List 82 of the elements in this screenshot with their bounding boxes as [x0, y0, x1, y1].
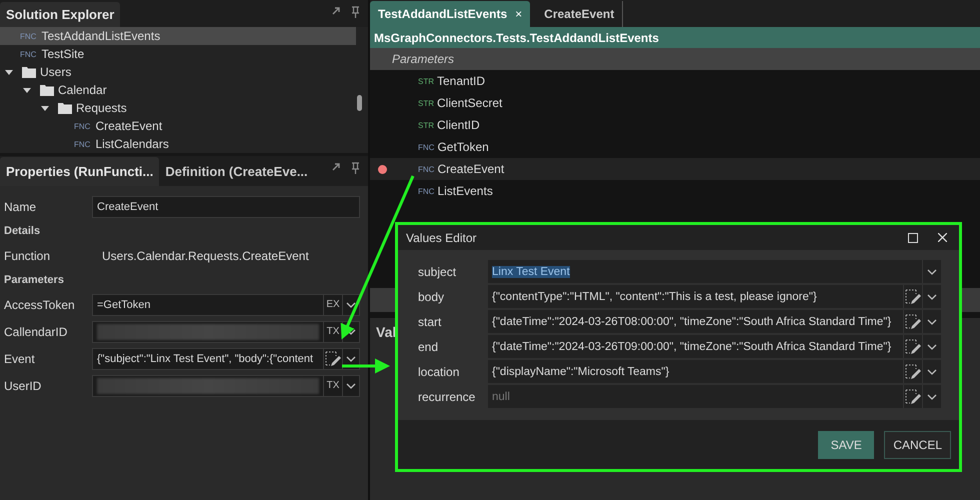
input-field[interactable]: {"displayName":"Microsoft Teams"} — [488, 360, 903, 383]
dropdown-caret-icon[interactable] — [346, 382, 356, 388]
folder-icon — [58, 102, 72, 114]
scrollbar-thumb[interactable] — [357, 95, 362, 111]
float-icon[interactable] — [332, 6, 341, 15]
value-label: body — [418, 288, 446, 306]
parameter-item[interactable]: STR ClientSecret — [370, 92, 980, 114]
panel-tab[interactable]: Definition (CreateEve... — [159, 157, 314, 186]
tree-item[interactable]: Requests — [0, 99, 356, 117]
mode-button[interactable]: EX — [324, 294, 343, 316]
close-icon[interactable] — [938, 233, 947, 242]
dropdown-caret-icon[interactable] — [927, 268, 937, 274]
section-heading: Parameters — [4, 273, 65, 288]
function-header: MsGraphConnectors.Tests.TestAddandListEvents — [370, 27, 980, 48]
edit-icon[interactable] — [325, 350, 341, 366]
value-label: location — [418, 364, 460, 380]
input-field[interactable]: {"contentType":"HTML", "content":"This is a test, please ignore"} — [488, 285, 903, 308]
input-field[interactable]: Linx Test Event — [488, 260, 922, 283]
edit-icon[interactable] — [905, 364, 921, 380]
property-label: Event — [4, 352, 36, 366]
property-label: UserID — [4, 378, 42, 392]
pin-icon[interactable] — [351, 162, 360, 174]
value-label: recurrence — [418, 388, 476, 406]
value-label: end — [418, 338, 440, 356]
expand-caret-icon[interactable] — [41, 106, 49, 110]
dropdown-caret-icon[interactable] — [927, 344, 937, 350]
dialog-title: Values Editor — [406, 230, 476, 244]
pane-title: Solution Explorer — [0, 2, 120, 27]
breakpoint-dot[interactable] — [378, 164, 387, 174]
input-field[interactable]: CreateEvent — [92, 196, 360, 218]
edit-icon[interactable] — [905, 338, 921, 354]
dropdown-caret-icon[interactable] — [346, 302, 356, 308]
edit-icon[interactable] — [905, 288, 921, 304]
panel-tab[interactable]: Properties (RunFuncti... — [0, 157, 160, 186]
property-value: Users.Calendar.Requests.CreateEvent — [101, 248, 309, 262]
parameter-item[interactable]: STR ClientID — [370, 114, 980, 136]
mode-button[interactable]: TX — [324, 374, 343, 396]
dropdown-caret-icon[interactable] — [927, 368, 937, 374]
annotation-arrow — [342, 358, 390, 374]
input-field[interactable]: {"dateTime":"2024-03-26T09:00:00", "timeZone":"South Africa Standard Time"} — [488, 335, 903, 358]
dropdown-caret-icon[interactable] — [927, 394, 937, 400]
cancel-button[interactable]: CANCEL — [884, 430, 951, 458]
input-field[interactable]: {"dateTime":"2024-03-26T08:00:00", "timeZone":"South Africa Standard Time"} — [488, 310, 903, 333]
tree-item[interactable]: FNC TestSite — [0, 45, 356, 63]
tree-item[interactable]: Calendar — [0, 81, 356, 99]
folder-icon — [40, 84, 54, 96]
input-field[interactable]: null — [488, 385, 903, 408]
input-field[interactable]: {"subject":"Linx Test Event", "body":{"content — [92, 348, 324, 370]
property-label: AccessToken — [4, 298, 76, 312]
close-icon[interactable]: × — [515, 7, 522, 21]
parameter-item[interactable]: FNC ListEvents — [370, 180, 980, 202]
property-label: Function — [4, 248, 52, 262]
tree-item[interactable]: FNC TestAddandListEvents — [0, 27, 356, 45]
tree-item[interactable]: FNC CreateEvent — [0, 117, 356, 135]
edit-icon[interactable] — [905, 388, 921, 404]
dropdown-caret-icon[interactable] — [346, 356, 356, 362]
parameter-item[interactable]: STR TenantID — [370, 70, 980, 92]
section-heading: Parameters — [370, 48, 980, 70]
maximize-icon[interactable] — [908, 232, 918, 242]
save-button[interactable]: SAVE — [818, 430, 874, 458]
section-heading: Details — [4, 224, 42, 239]
expand-caret-icon[interactable] — [5, 70, 13, 74]
parameter-item[interactable]: FNC GetToken — [370, 136, 980, 158]
pin-icon[interactable] — [351, 6, 360, 18]
property-label: CallendarID — [4, 324, 68, 338]
value-label: start — [418, 314, 442, 330]
dropdown-caret-icon[interactable] — [927, 294, 937, 300]
value-label: subject — [418, 264, 458, 280]
input-field[interactable] — [92, 320, 324, 342]
tree-item[interactable]: FNC ListCalendars — [0, 135, 356, 153]
parameter-item[interactable]: FNC CreateEvent — [370, 158, 980, 180]
input-field[interactable]: =GetToken — [92, 294, 324, 316]
dropdown-caret-icon[interactable] — [927, 318, 937, 324]
float-icon[interactable] — [332, 162, 341, 171]
tree-item[interactable]: Users — [0, 63, 356, 81]
property-label: Name — [4, 200, 38, 214]
input-field[interactable] — [92, 374, 324, 396]
mode-button[interactable]: TX — [324, 320, 343, 342]
folder-icon — [22, 66, 36, 78]
expand-caret-icon[interactable] — [23, 88, 31, 92]
document-tab[interactable]: TestAddandListEvents × — [370, 1, 530, 27]
edit-icon[interactable] — [905, 314, 921, 330]
